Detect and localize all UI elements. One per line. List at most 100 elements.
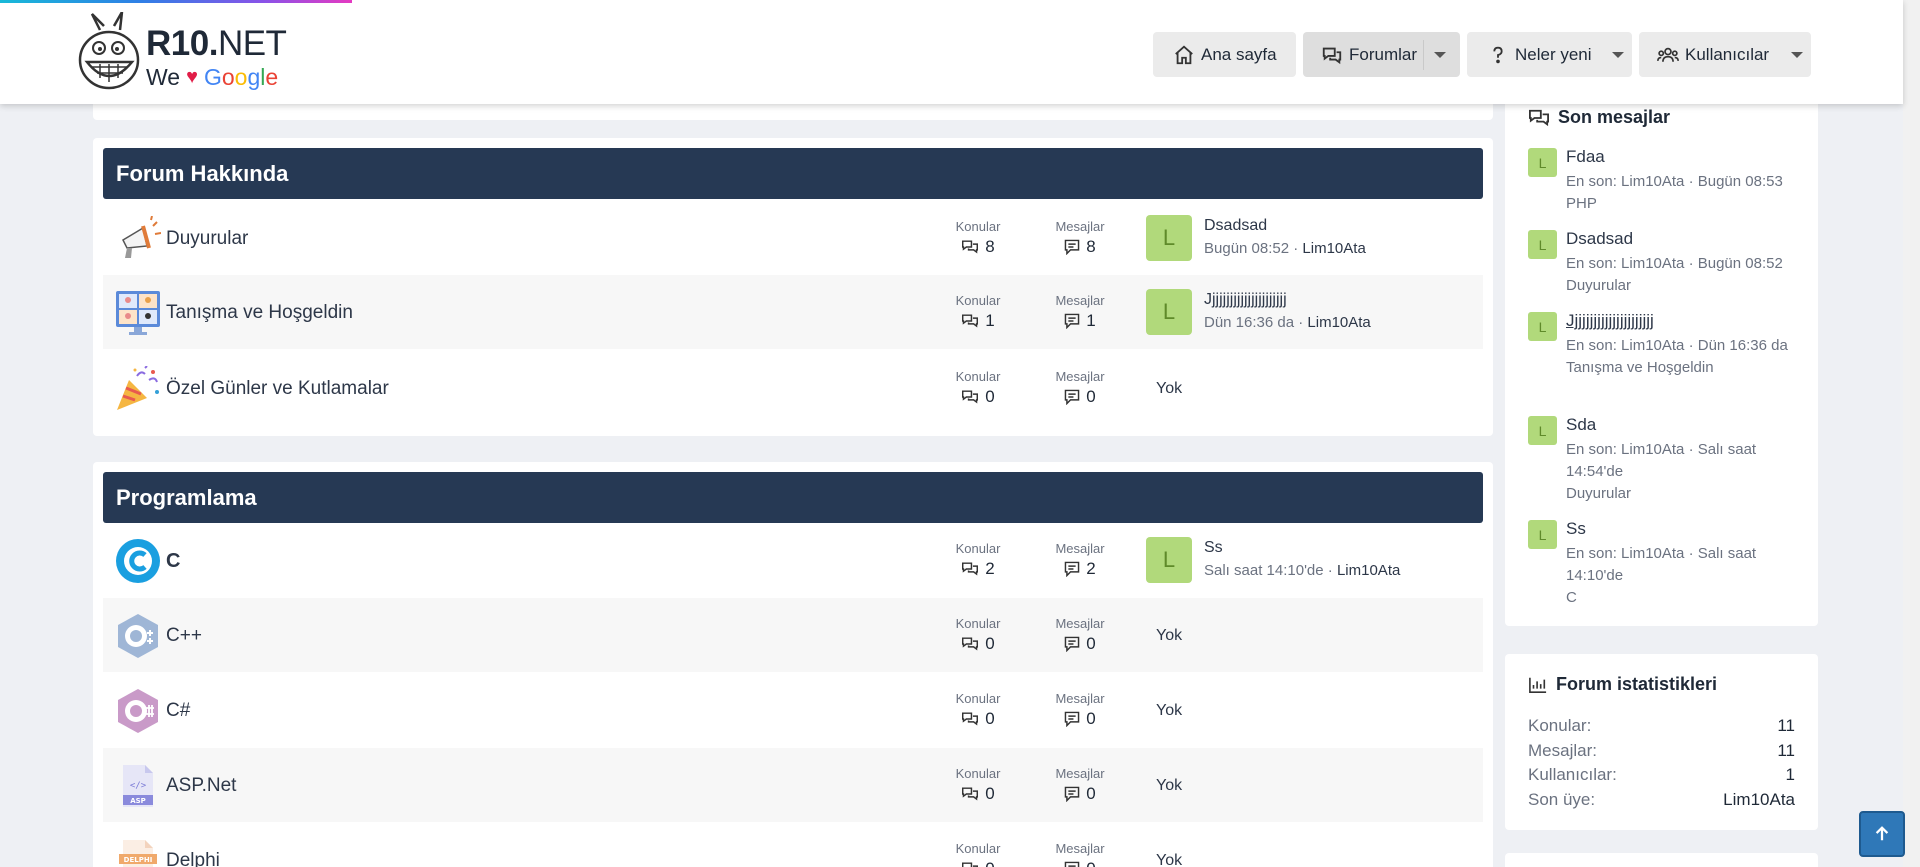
last-post-title[interactable]: Dsadsad [1204,217,1267,235]
forum-title[interactable]: C++ [166,625,202,647]
comments-icon [1529,109,1549,126]
forum-title[interactable]: ASP.Net [166,775,236,797]
forum-title[interactable]: Delphi [166,850,220,867]
next-widget [1505,853,1818,867]
messages-count: Mesajlar0 [1055,766,1105,803]
message-icon [1064,786,1080,802]
forum-row-tanisma[interactable]: Tanışma ve Hoşgeldin Konular 1 Mesajlar 1 … [103,275,1483,349]
forum-row-cpp[interactable]: C++ Konular 0 Mesajlar 0 Yok [103,598,1483,672]
chevron-down-icon[interactable] [1611,51,1624,58]
nav-whats-new[interactable]: Neler yeni [1467,32,1632,77]
topics-icon [962,787,979,801]
forum-title[interactable]: Özel Günler ve Kutlamalar [166,378,389,400]
last-post-title[interactable]: Ss [1204,539,1223,557]
forum-row-ozel-gunler[interactable]: Özel Günler ve Kutlamalar Konular 0 Mesaj… [103,351,1483,425]
no-posts-label: Yok [1156,702,1183,719]
stat-latest-member: Son üye: Lim10Ata [1528,790,1795,810]
stat-users: Kullanıcılar: 1 [1528,765,1795,784]
asp-file-icon: </> ASP [123,765,153,807]
recent-post-title[interactable]: Dsadsad [1566,229,1633,249]
forum-stats-widget: Forum istatistikleri Konular: 11 Mesajlar… [1505,654,1818,830]
page-scrollbar[interactable] [1903,0,1920,867]
last-post-user[interactable]: Lim10Ata [1337,562,1400,579]
topics-icon [962,712,979,726]
category-header[interactable]: Forum Hakkında [103,148,1483,199]
avatar[interactable]: L [1528,520,1557,549]
heart-icon: ♥ [186,66,198,88]
avatar[interactable]: L [1146,215,1192,261]
messages-count: Mesajlar0 [1055,369,1105,406]
forum-row-c[interactable]: C Konular 2 Mesajlar 2 L Ss Salı saat 14:1… [103,523,1483,597]
forum-title[interactable]: C [166,550,180,573]
forum-row-aspnet[interactable]: </> ASP ASP.Net Konular 0 Mesajlar 0 Yok [103,748,1483,822]
nav-users[interactable]: Kullanıcılar [1639,32,1811,77]
forum-row-duyurular[interactable]: Duyurular Konular 8 Mesajlar 8 L Dsadsad B… [103,201,1483,275]
forum-title[interactable]: Tanışma ve Hoşgeldin [166,302,353,324]
scroll-to-top-button[interactable] [1859,811,1905,857]
bar-chart-icon [1529,677,1547,693]
messages-count: Mesajlar0 [1040,841,1120,867]
recent-post-forum[interactable]: Tanışma ve Hoşgeldin [1566,359,1714,376]
arrow-up-icon [1875,826,1889,841]
avatar[interactable]: L [1146,537,1192,583]
no-posts-label: Yok [1156,852,1183,867]
recent-post-forum[interactable]: Duyurular [1566,485,1631,502]
topics-count: Konular 2 [955,541,1001,578]
widget-title: Son mesajlar [1528,107,1670,128]
topics-icon [962,862,979,867]
recent-post-title[interactable]: Ss [1566,519,1586,539]
delphi-file-icon: DELPHI [119,840,157,867]
topics-count: Konular 8 [955,219,1001,256]
topics-count: Konular 1 [955,293,1001,330]
topics-count: Konular0 [955,369,1001,406]
latest-member-link[interactable]: Lim10Ata [1723,790,1795,810]
messages-count: Mesajlar 8 [1055,219,1105,256]
last-post-user[interactable]: Lim10Ata [1302,240,1365,257]
avatar[interactable]: L [1528,312,1557,341]
video-call-icon [116,291,160,335]
avatar[interactable]: L [1528,416,1557,445]
messages-count: Mesajlar0 [1055,616,1105,653]
no-posts-label: Yok [1156,380,1183,397]
recent-post-forum[interactable]: C [1566,589,1577,606]
message-icon [1064,561,1080,577]
recent-post-title[interactable]: Jjjjjjjjjjjjjjjjjjjjjj [1566,311,1654,331]
widget-title: Forum istatistikleri [1528,674,1717,695]
cpp-language-icon [118,614,158,658]
recent-post-forum[interactable]: PHP [1566,195,1597,212]
avatar[interactable]: L [1146,289,1192,335]
topics-count: Konular0 [938,841,1018,867]
message-icon [1064,239,1080,255]
avatar[interactable]: L [1528,230,1557,259]
recent-post-title[interactable]: Fdaa [1566,147,1605,167]
last-post-user[interactable]: Lim10Ata [1307,314,1370,331]
home-icon [1173,44,1195,66]
forum-row-csharp[interactable]: C# Konular 0 Mesajlar 0 Yok [103,673,1483,747]
category-header[interactable]: Programlama [103,472,1483,523]
c-language-icon [116,539,160,583]
forum-title[interactable]: C# [166,700,190,722]
message-icon [1064,636,1080,652]
topics-icon [962,637,979,651]
last-post-title[interactable]: Jjjjjjjjjjjjjjjjjjjjjj [1204,291,1287,309]
nav-forums[interactable]: Forumlar [1303,32,1460,77]
chevron-down-icon[interactable] [1791,51,1804,58]
stat-topics: Konular: 11 [1528,716,1795,735]
nav-home[interactable]: Ana sayfa [1153,32,1296,77]
no-posts-label: Yok [1156,627,1183,644]
troll-face-icon [78,12,140,90]
messages-count: Mesajlar 1 [1055,293,1105,330]
forum-title[interactable]: Duyurular [166,228,248,250]
recent-post-forum[interactable]: Duyurular [1566,277,1631,294]
recent-post-title[interactable]: Sda [1566,415,1596,435]
messages-count: Mesajlar0 [1055,691,1105,728]
forum-row-delphi[interactable]: DELPHI Delphi Konular0 Mesajlar0 Yok [103,823,1483,867]
csharp-language-icon [118,689,158,733]
message-icon [1064,313,1080,329]
topics-count: Konular0 [955,616,1001,653]
site-logo[interactable]: R10.NET We ♥ Google [78,12,308,94]
avatar[interactable]: L [1528,148,1557,177]
messages-count: Mesajlar 2 [1055,541,1105,578]
chevron-down-icon[interactable] [1434,51,1447,58]
question-icon [1487,44,1509,66]
